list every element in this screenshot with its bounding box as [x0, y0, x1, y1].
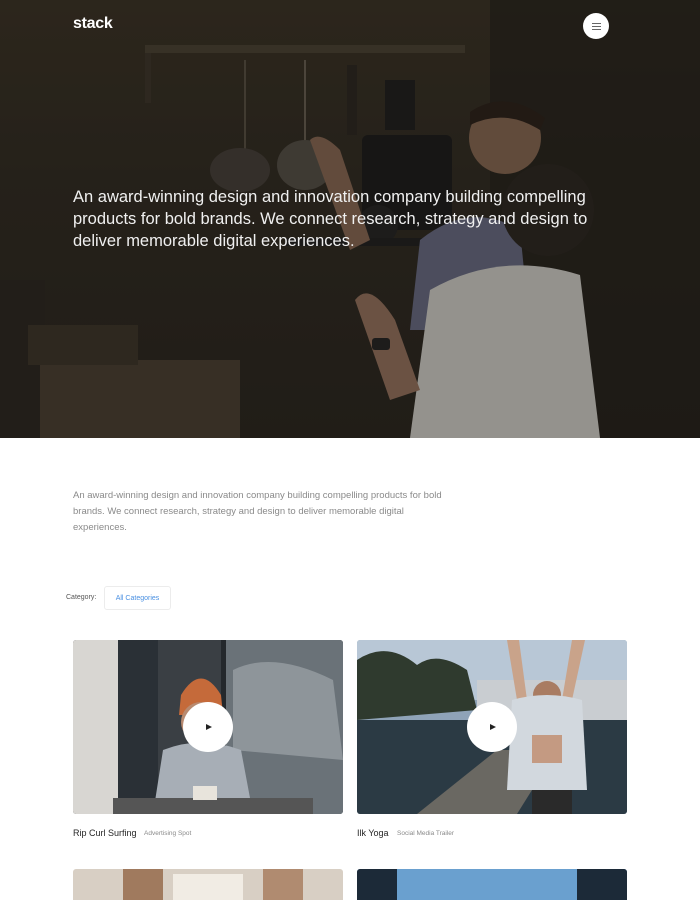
card-subtitle: Advertising Spot	[144, 830, 192, 837]
hero-section: stack An award-winning design and innova…	[0, 0, 700, 438]
logo[interactable]: stack	[73, 15, 113, 33]
card-image-next-right[interactable]	[357, 869, 627, 900]
card-image-ilk-yoga[interactable]	[357, 640, 627, 814]
play-icon	[206, 724, 212, 730]
play-button[interactable]	[467, 702, 517, 752]
card-title[interactable]: Ilk Yoga	[357, 828, 389, 838]
category-dropdown[interactable]: All Categories	[104, 586, 171, 610]
intro-paragraph: An award-winning design and innovation c…	[73, 490, 442, 533]
card-image-next-left[interactable]	[73, 869, 343, 900]
menu-button[interactable]	[583, 13, 609, 39]
play-icon	[490, 724, 496, 730]
card-image-rip-curl[interactable]	[73, 640, 343, 814]
hero-headline: An award-winning design and innovation c…	[73, 188, 588, 250]
card-title[interactable]: Rip Curl Surfing	[73, 828, 137, 838]
card-subtitle: Social Media Trailer	[397, 830, 455, 837]
category-label: Category:	[66, 594, 97, 601]
hamburger-icon	[591, 22, 601, 24]
play-button[interactable]	[183, 702, 233, 752]
